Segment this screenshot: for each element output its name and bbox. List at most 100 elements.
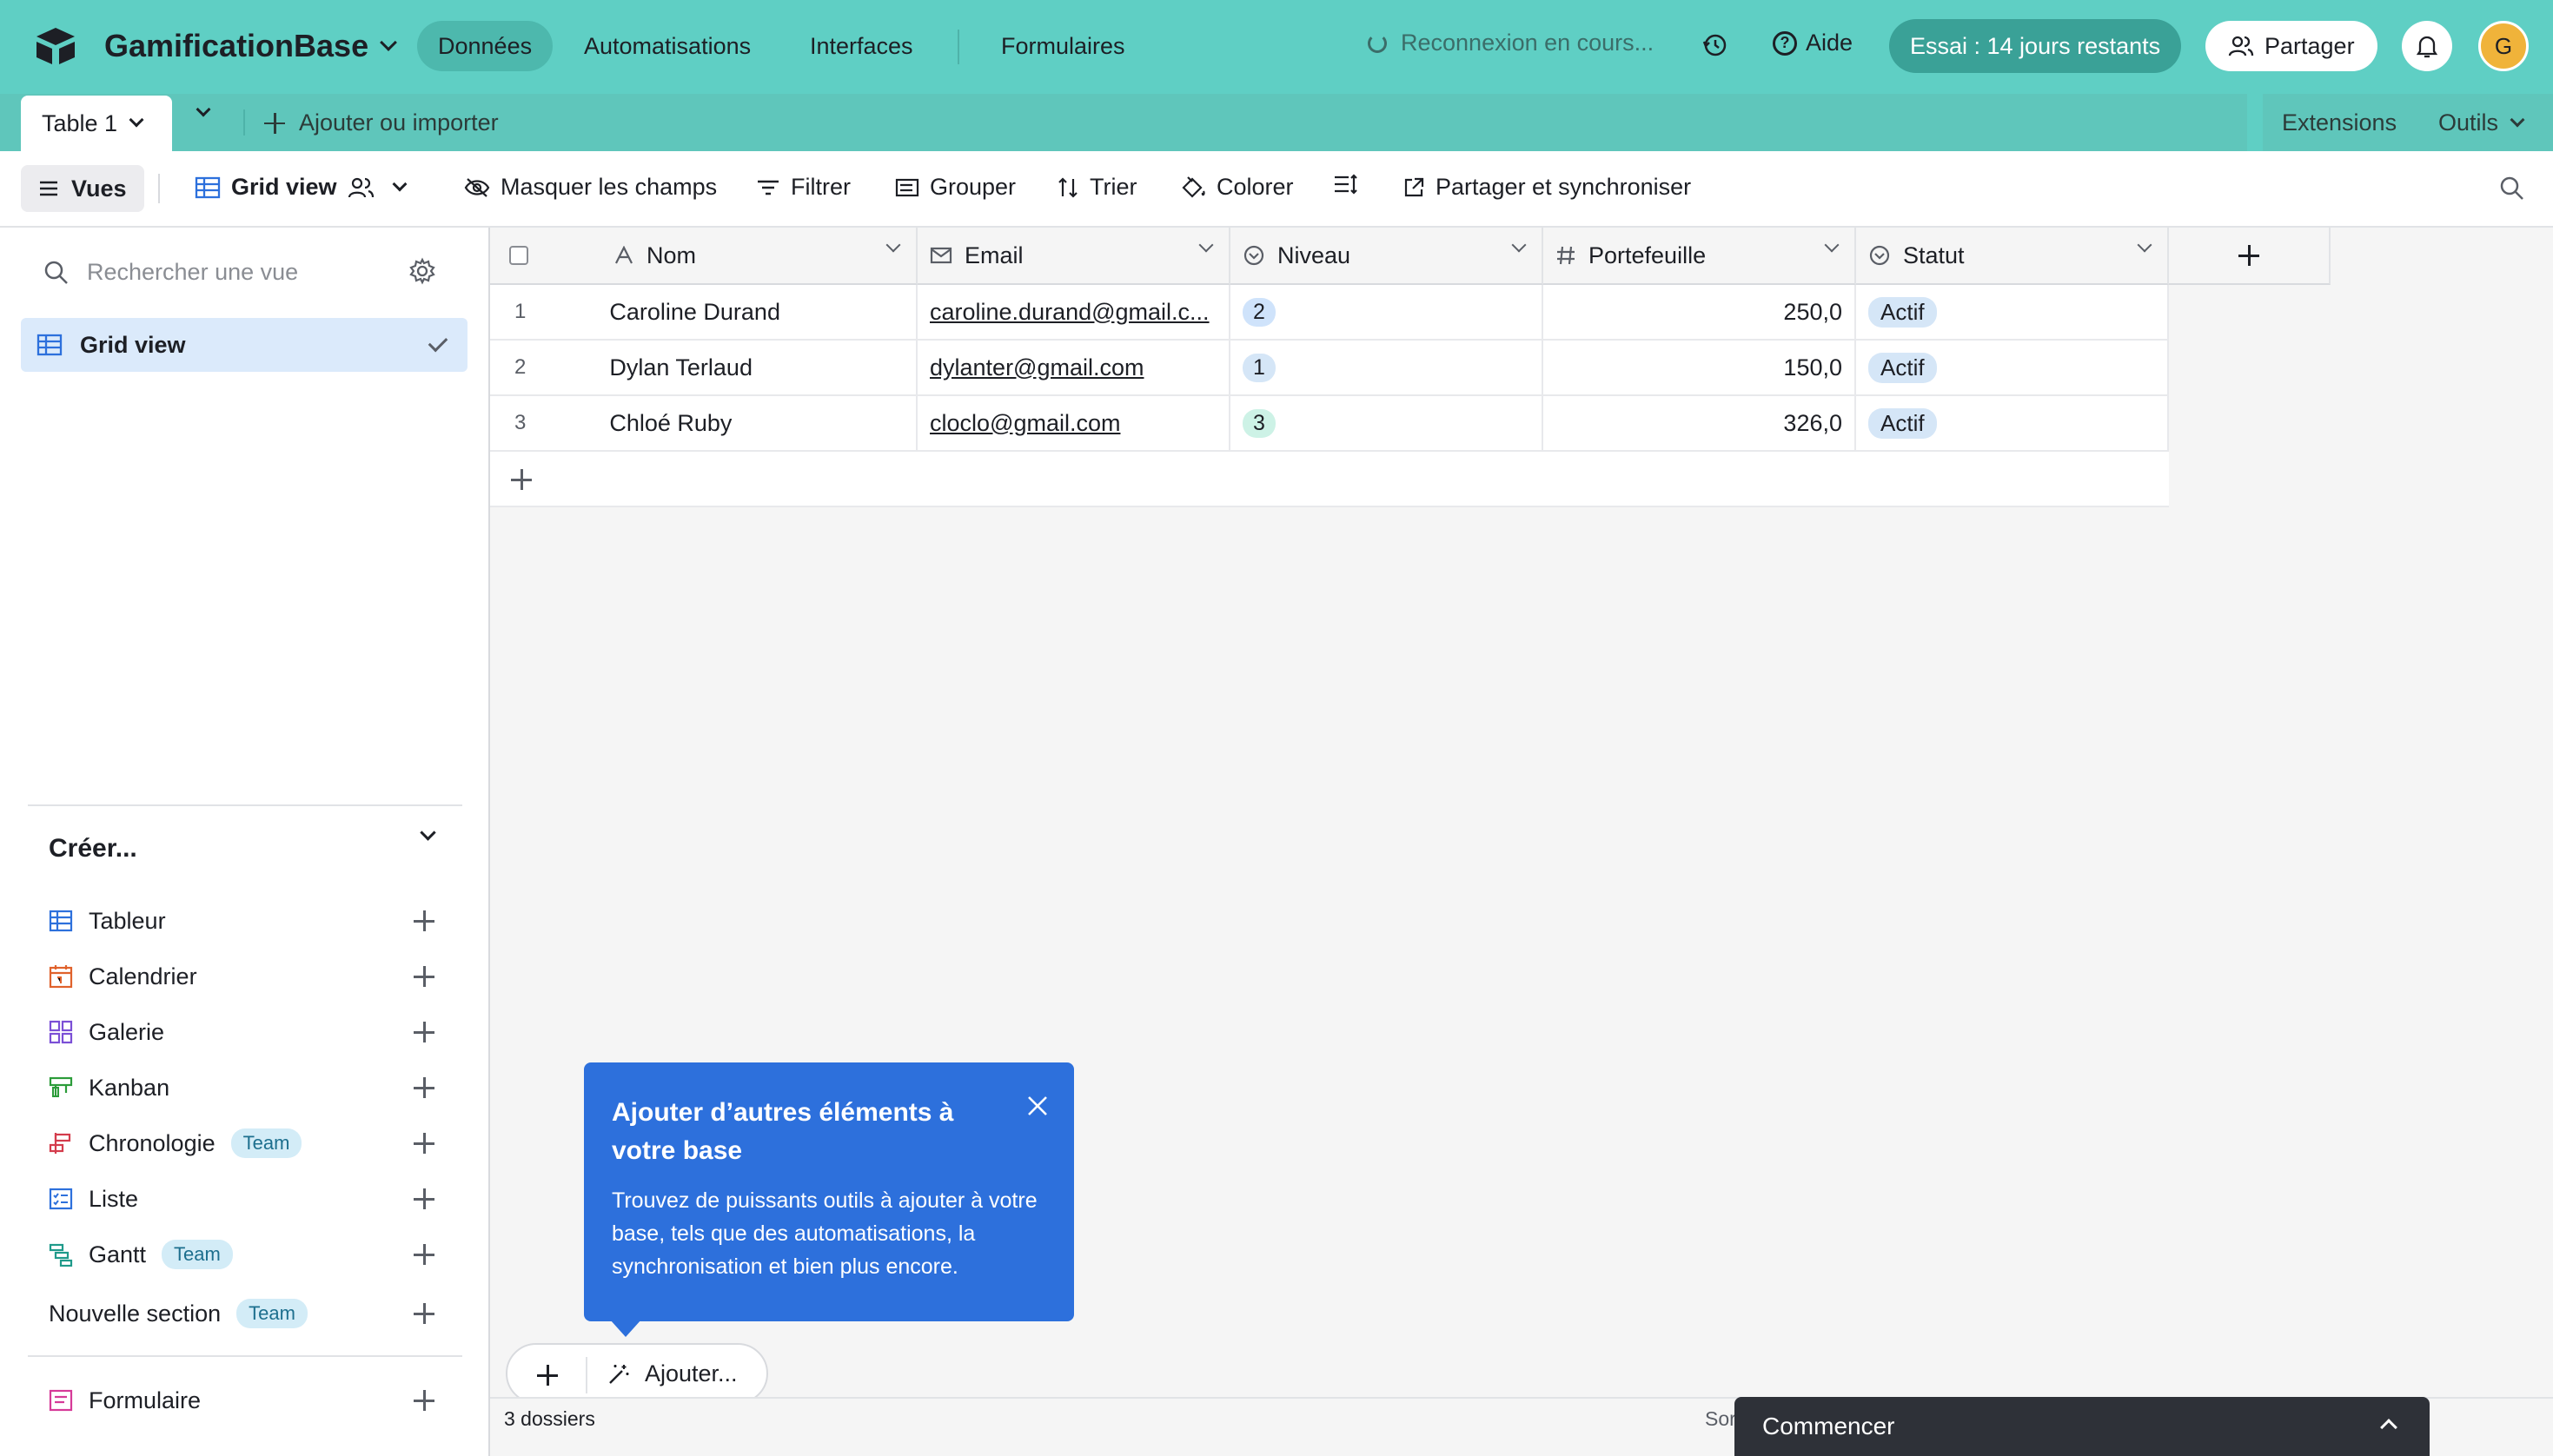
filter-button[interactable]: Filtrer: [756, 174, 851, 201]
table-row[interactable]: 2 Dylan Terlaud dylanter@gmail.com 1 150…: [490, 341, 2169, 396]
email-link[interactable]: cloclo@gmail.com: [930, 410, 1120, 437]
cell-portefeuille[interactable]: 326,0: [1543, 396, 1856, 450]
add-or-import-button[interactable]: Ajouter ou importer: [264, 109, 499, 136]
nav-interfaces[interactable]: Interfaces: [789, 21, 934, 71]
create-chronologie[interactable]: Chronologie Team: [49, 1126, 440, 1161]
views-toggle-button[interactable]: Vues: [21, 165, 144, 212]
add-plus-icon[interactable]: [414, 1390, 434, 1411]
create-formulaire[interactable]: Formulaire: [49, 1383, 440, 1418]
email-link[interactable]: caroline.durand@gmail.c...: [930, 299, 1210, 326]
share-sync-label: Partager et synchroniser: [1436, 174, 1692, 200]
header-niveau[interactable]: Niveau: [1230, 228, 1543, 285]
create-section-title[interactable]: Créer...: [49, 834, 137, 864]
add-plus-icon[interactable]: [414, 910, 434, 931]
history-icon[interactable]: [1698, 28, 1733, 63]
chevron-down-icon[interactable]: [1824, 237, 1840, 253]
sort-button[interactable]: Trier: [1057, 174, 1137, 201]
create-item-label: Galerie: [89, 1018, 165, 1045]
user-avatar[interactable]: G: [2478, 21, 2529, 71]
cell-email[interactable]: dylanter@gmail.com: [918, 341, 1230, 394]
cell-niveau[interactable]: 1: [1230, 341, 1543, 394]
create-liste[interactable]: Liste: [49, 1181, 440, 1216]
add-plus-icon[interactable]: [414, 1244, 434, 1265]
email-link[interactable]: dylanter@gmail.com: [930, 354, 1144, 381]
close-icon[interactable]: [1025, 1094, 1050, 1118]
trial-button[interactable]: Essai : 14 jours restants: [1889, 19, 2182, 73]
cell-niveau[interactable]: 3: [1230, 396, 1543, 450]
extensions-button[interactable]: Extensions: [2282, 109, 2397, 136]
add-row-plus-icon[interactable]: [511, 469, 532, 490]
cell-statut[interactable]: Actif: [1856, 285, 2169, 339]
chevron-down-icon[interactable]: [2137, 237, 2152, 253]
cell-nom[interactable]: Caroline Durand: [609, 299, 780, 326]
add-elements-button[interactable]: Ajouter...: [607, 1360, 738, 1387]
add-elements-popover: Ajouter d’autres éléments à votre base T…: [584, 1062, 1074, 1337]
tools-button[interactable]: Outils: [2438, 109, 2525, 136]
row-height-button[interactable]: [1333, 174, 1359, 195]
chevron-down-icon[interactable]: [1511, 237, 1527, 253]
tab-table-1[interactable]: Table 1: [21, 96, 172, 151]
add-field-button[interactable]: [2169, 228, 2331, 285]
add-bar-divider: [586, 1357, 587, 1393]
table-row[interactable]: 3 Chloé Ruby cloclo@gmail.com 3 326,0 Ac…: [490, 396, 2169, 452]
cell-niveau[interactable]: 2: [1230, 285, 1543, 339]
check-icon: [428, 332, 448, 353]
base-name-dropdown[interactable]: GamificationBase: [104, 28, 398, 64]
chevron-down-icon[interactable]: [1198, 237, 1214, 253]
create-galerie[interactable]: Galerie: [49, 1015, 440, 1049]
grid-view-menu[interactable]: Grid view: [195, 174, 408, 201]
nav-donnees[interactable]: Données: [417, 21, 554, 71]
add-record-plus-icon[interactable]: [537, 1365, 558, 1386]
create-new-section[interactable]: Nouvelle section Team: [49, 1296, 440, 1331]
nav-formulaires[interactable]: Formulaires: [980, 21, 1146, 71]
notifications-bell-icon[interactable]: [2402, 21, 2452, 71]
add-plus-icon[interactable]: [414, 966, 434, 987]
cell-nom[interactable]: Chloé Ruby: [609, 410, 732, 437]
cell-portefeuille[interactable]: 150,0: [1543, 341, 1856, 394]
cell-statut[interactable]: Actif: [1856, 341, 2169, 394]
cell-portefeuille[interactable]: 250,0: [1543, 285, 1856, 339]
gear-icon[interactable]: [408, 257, 436, 285]
grid-icon: [36, 334, 63, 356]
header-email[interactable]: Email: [918, 228, 1230, 285]
add-plus-icon[interactable]: [414, 1133, 434, 1154]
cell-nom[interactable]: Dylan Terlaud: [609, 354, 753, 381]
add-plus-icon[interactable]: [414, 1188, 434, 1209]
cell-email[interactable]: caroline.durand@gmail.c...: [918, 285, 1230, 339]
add-row[interactable]: [490, 452, 2169, 507]
view-toolbar: Vues Grid view Masquer les champs Filtre…: [0, 151, 2553, 228]
view-search-input[interactable]: Rechercher une vue: [43, 259, 298, 286]
cell-statut[interactable]: Actif: [1856, 396, 2169, 450]
chevron-up-icon[interactable]: [2380, 1419, 2397, 1436]
help-button[interactable]: ? Aide: [1773, 30, 1853, 56]
chevron-down-icon[interactable]: [420, 824, 436, 841]
add-plus-icon[interactable]: [414, 1303, 434, 1324]
header-statut[interactable]: Statut: [1856, 228, 2169, 285]
select-all-checkbox[interactable]: [509, 246, 528, 265]
create-item-label: Gantt: [89, 1241, 147, 1267]
add-plus-icon[interactable]: [414, 1077, 434, 1098]
hide-fields-button[interactable]: Masquer les champs: [464, 174, 717, 201]
header-nom[interactable]: Nom: [490, 228, 918, 285]
add-plus-icon[interactable]: [414, 1022, 434, 1042]
nav-automatisations[interactable]: Automatisations: [563, 21, 772, 71]
getting-started-panel[interactable]: Commencer: [1734, 1397, 2430, 1456]
cell-email[interactable]: cloclo@gmail.com: [918, 396, 1230, 450]
create-gantt[interactable]: Gantt Team: [49, 1237, 440, 1272]
column-header-label: Statut: [1903, 242, 1965, 268]
create-tableur[interactable]: Tableur: [49, 903, 440, 938]
share-sync-button[interactable]: Partager et synchroniser: [1402, 174, 1691, 201]
chevron-down-icon[interactable]: [885, 237, 901, 253]
group-button[interactable]: Grouper: [895, 174, 1016, 201]
create-calendrier[interactable]: Calendrier: [49, 959, 440, 994]
app-logo-icon[interactable]: [33, 26, 78, 66]
hamburger-icon: [40, 181, 57, 196]
color-button[interactable]: Colorer: [1180, 174, 1294, 201]
sidebar-view-grid-view[interactable]: Grid view: [21, 318, 467, 372]
header-portefeuille[interactable]: Portefeuille: [1543, 228, 1856, 285]
table-row[interactable]: 1 Caroline Durand caroline.durand@gmail.…: [490, 285, 2169, 341]
search-icon[interactable]: [2499, 175, 2525, 202]
share-button[interactable]: Partager: [2205, 21, 2377, 71]
create-kanban[interactable]: Kanban: [49, 1070, 440, 1105]
list-icon: [49, 1188, 73, 1210]
